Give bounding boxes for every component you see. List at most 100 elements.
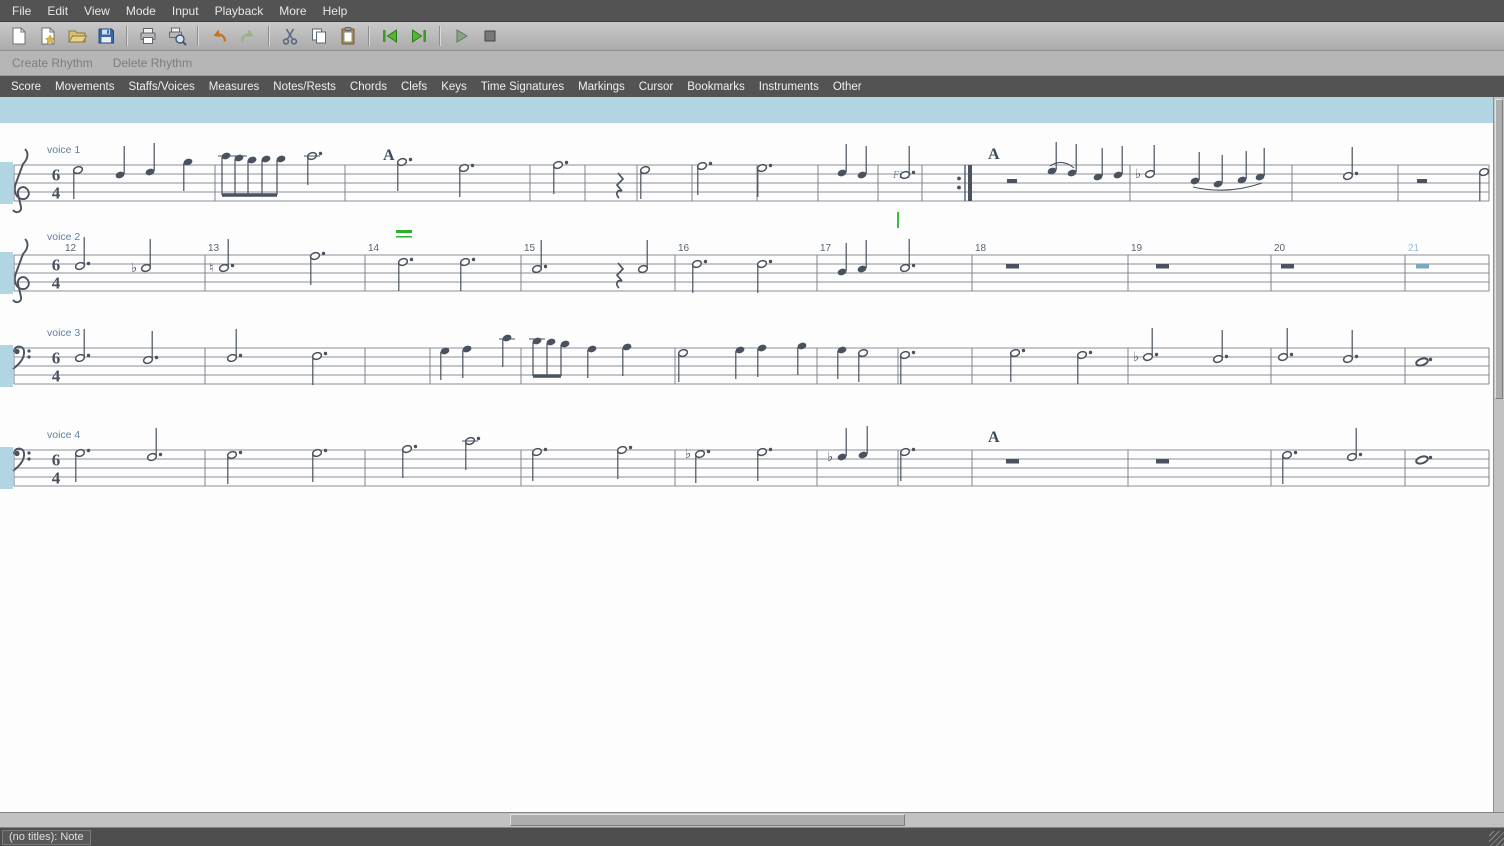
menu-item-time-signatures[interactable]: Time Signatures [474, 80, 571, 94]
svg-text:14: 14 [368, 243, 380, 254]
svg-text:A: A [383, 147, 395, 164]
redo-icon [238, 26, 258, 46]
menu-item-playback[interactable]: Playback [207, 2, 272, 20]
new-from-template-icon [38, 26, 58, 46]
menu-item-view[interactable]: View [76, 2, 118, 20]
undo-button[interactable] [206, 24, 232, 48]
vertical-scrollbar-thumb[interactable] [1495, 99, 1503, 399]
vertical-scrollbar[interactable] [1493, 97, 1504, 812]
open-file-icon [67, 26, 87, 46]
status-bar: (no titles): Note [0, 828, 1504, 846]
svg-text:4: 4 [52, 184, 61, 203]
application-window: FileEditViewModeInputPlaybackMoreHelp Cr… [0, 0, 1504, 846]
menu-item-mode[interactable]: Mode [118, 2, 164, 20]
menu-item-bookmarks[interactable]: Bookmarks [680, 80, 752, 94]
menu-item-more[interactable]: More [271, 2, 314, 20]
delete-rhythm-button[interactable]: Delete Rhythm [109, 54, 196, 72]
svg-text:♭: ♭ [827, 450, 833, 465]
staff-system-voice-1[interactable]: voice 164AFineA♭ [0, 135, 1493, 230]
stop-button[interactable] [477, 24, 503, 48]
svg-text:21: 21 [1408, 243, 1420, 254]
horizontal-scrollbar[interactable] [0, 812, 1504, 828]
paste-icon [338, 26, 358, 46]
menu-item-chords[interactable]: Chords [343, 80, 394, 94]
menu-item-cursor[interactable]: Cursor [632, 80, 681, 94]
menu-item-help[interactable]: Help [315, 2, 356, 20]
svg-text:♮: ♮ [209, 261, 214, 276]
menu-item-instruments[interactable]: Instruments [752, 80, 826, 94]
new-file-icon [9, 26, 29, 46]
menu-item-movements[interactable]: Movements [48, 80, 121, 94]
svg-text:20: 20 [1274, 243, 1286, 254]
save-file-icon [96, 26, 116, 46]
menu-item-markings[interactable]: Markings [571, 80, 632, 94]
svg-text:18: 18 [975, 243, 987, 254]
svg-text:17: 17 [820, 243, 832, 254]
menu-item-edit[interactable]: Edit [39, 2, 76, 20]
save-file-button[interactable] [93, 24, 119, 48]
menu-item-score[interactable]: Score [4, 80, 48, 94]
svg-text:A: A [988, 429, 1000, 446]
copy-button[interactable] [306, 24, 332, 48]
cut-icon [280, 26, 300, 46]
main-toolbar [0, 22, 1504, 51]
svg-text:♭: ♭ [1133, 350, 1139, 365]
menu-item-input[interactable]: Input [164, 2, 207, 20]
svg-text:12: 12 [65, 243, 77, 254]
toolbar-separator [126, 26, 128, 46]
svg-text:6: 6 [52, 256, 61, 275]
menu-item-notes-rests[interactable]: Notes/Rests [266, 80, 343, 94]
svg-text:19: 19 [1131, 243, 1143, 254]
menu-item-keys[interactable]: Keys [434, 80, 474, 94]
page-margin-strip [0, 97, 1493, 123]
svg-text:♭: ♭ [685, 447, 691, 462]
svg-text:15: 15 [524, 243, 536, 254]
score-view[interactable]: voice 164AFineA♭ voice 26412131415161718… [0, 97, 1504, 812]
horizontal-scrollbar-thumb[interactable] [510, 814, 905, 826]
rhythm-toolbar: Create Rhythm Delete Rhythm [0, 51, 1504, 76]
go-to-end-icon [409, 26, 429, 46]
staff-system-voice-4[interactable]: voice 4 64 A ♭ ♭ [0, 420, 1493, 515]
staff-system-voice-3[interactable]: voice 3 64 ♭ [0, 318, 1493, 413]
menu-item-clefs[interactable]: Clefs [394, 80, 434, 94]
svg-text:6: 6 [52, 166, 61, 185]
svg-text:4: 4 [52, 274, 61, 293]
open-file-button[interactable] [64, 24, 90, 48]
svg-text:6: 6 [52, 349, 61, 368]
toolbar-separator [268, 26, 270, 46]
play-button[interactable] [448, 24, 474, 48]
new-file-button[interactable] [6, 24, 32, 48]
go-to-start-button[interactable] [377, 24, 403, 48]
svg-text:voice 3: voice 3 [47, 327, 80, 339]
svg-text:voice 4: voice 4 [47, 429, 80, 441]
resize-grip[interactable] [1489, 831, 1504, 846]
play-icon [451, 26, 471, 46]
svg-text:4: 4 [52, 469, 61, 488]
redo-button[interactable] [235, 24, 261, 48]
svg-text:voice 1: voice 1 [47, 144, 80, 156]
svg-text:4: 4 [52, 367, 61, 386]
svg-text:6: 6 [52, 451, 61, 470]
print-icon [138, 26, 158, 46]
status-text: (no titles): Note [2, 830, 91, 845]
paste-button[interactable] [335, 24, 361, 48]
svg-text:♭: ♭ [1135, 167, 1141, 182]
menu-item-measures[interactable]: Measures [202, 80, 267, 94]
staff-system-voice-2[interactable]: voice 26412131415161718192021♭♮ [0, 225, 1493, 320]
svg-text:13: 13 [208, 243, 220, 254]
go-to-end-button[interactable] [406, 24, 432, 48]
go-to-start-icon [380, 26, 400, 46]
undo-icon [209, 26, 229, 46]
copy-icon [309, 26, 329, 46]
toolbar-separator [439, 26, 441, 46]
edit-cursor [897, 212, 899, 228]
menu-item-file[interactable]: File [4, 2, 39, 20]
print-preview-button[interactable] [164, 24, 190, 48]
menu-item-other[interactable]: Other [826, 80, 869, 94]
create-rhythm-button[interactable]: Create Rhythm [8, 54, 97, 72]
cut-button[interactable] [277, 24, 303, 48]
menu-item-staffs-voices[interactable]: Staffs/Voices [121, 80, 201, 94]
print-button[interactable] [135, 24, 161, 48]
stop-icon [480, 26, 500, 46]
new-from-template-button[interactable] [35, 24, 61, 48]
